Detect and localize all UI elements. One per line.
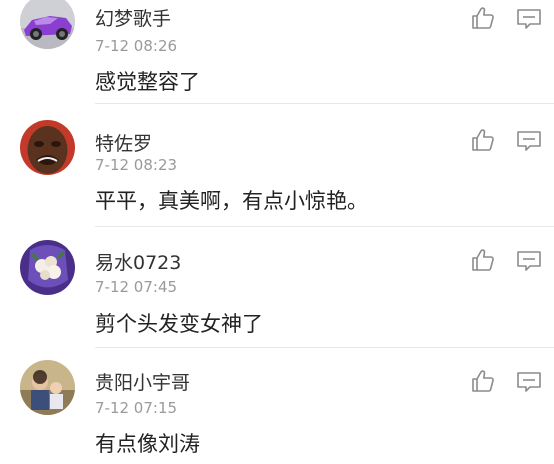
avatar[interactable] <box>20 360 75 415</box>
like-button[interactable] <box>470 368 496 394</box>
timestamp: 7-12 07:45 <box>95 278 178 296</box>
thumbs-up-icon <box>472 370 494 392</box>
timestamp: 7-12 08:26 <box>95 37 178 55</box>
reply-button[interactable] <box>516 369 542 395</box>
comment-icon <box>517 372 541 392</box>
thumbs-up-icon <box>472 129 494 151</box>
comment-icon <box>517 251 541 271</box>
reply-button[interactable] <box>516 6 542 32</box>
username[interactable]: 易水0723 <box>95 248 181 275</box>
timestamp: 7-12 07:15 <box>95 399 178 417</box>
comment-text: 有点像刘涛 <box>95 432 200 456</box>
comment-text: 平平，真美啊，有点小惊艳。 <box>95 189 368 213</box>
avatar[interactable] <box>20 0 75 49</box>
avatar[interactable] <box>20 240 75 295</box>
thumbs-up-icon <box>472 249 494 271</box>
comment-item: 特佐罗 7-12 08:23 平平，真美啊，有点小惊艳。 <box>0 104 554 227</box>
timestamp: 7-12 08:23 <box>95 156 178 174</box>
like-button[interactable] <box>470 5 496 31</box>
comment-feed: 幻梦歌手 7-12 08:26 感觉整容了 特佐罗 7-12 08:23 平平，… <box>0 0 554 464</box>
comment-item: 幻梦歌手 7-12 08:26 感觉整容了 <box>0 0 554 104</box>
reply-button[interactable] <box>516 128 542 154</box>
comment-icon <box>517 131 541 151</box>
comment-text: 感觉整容了 <box>95 70 200 94</box>
avatar[interactable] <box>20 120 75 175</box>
username[interactable]: 贵阳小宇哥 <box>95 368 190 395</box>
comment-icon <box>517 9 541 29</box>
username[interactable]: 特佐罗 <box>95 129 152 156</box>
comment-item: 易水0723 7-12 07:45 剪个头发变女神了 <box>0 226 554 348</box>
thumbs-up-icon <box>472 7 494 29</box>
comment-item: 贵阳小宇哥 7-12 07:15 有点像刘涛 <box>0 348 554 464</box>
comment-text: 剪个头发变女神了 <box>95 312 263 336</box>
reply-button[interactable] <box>516 248 542 274</box>
username[interactable]: 幻梦歌手 <box>95 4 171 31</box>
like-button[interactable] <box>470 247 496 273</box>
like-button[interactable] <box>470 127 496 153</box>
